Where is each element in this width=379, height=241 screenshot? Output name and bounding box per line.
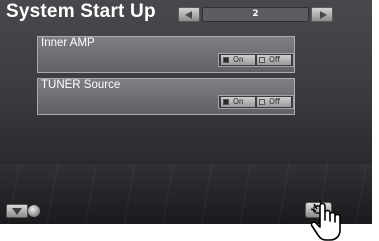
inner-amp-toggle: On Off bbox=[218, 53, 294, 67]
system-start-up-screen: System Start Up 2 Inner AMP On Off TUNER… bbox=[0, 0, 372, 224]
unselected-indicator-icon bbox=[259, 99, 265, 105]
setting-tuner-source: TUNER Source On Off bbox=[37, 78, 295, 115]
right-arrow-icon bbox=[320, 11, 327, 19]
prev-page-button[interactable] bbox=[178, 7, 200, 22]
off-label: Off bbox=[269, 97, 281, 106]
inner-amp-on-button[interactable]: On bbox=[221, 55, 255, 65]
bottom-left-controls bbox=[6, 204, 44, 218]
page-navigator: 2 bbox=[178, 7, 336, 24]
inner-amp-off-button[interactable]: Off bbox=[257, 55, 291, 65]
on-label: On bbox=[233, 55, 244, 64]
knob-icon bbox=[28, 205, 40, 217]
unselected-indicator-icon bbox=[259, 57, 265, 63]
selected-indicator-icon bbox=[223, 99, 229, 105]
down-arrow-icon bbox=[12, 208, 22, 215]
next-page-button[interactable] bbox=[311, 7, 333, 22]
setting-label: Inner AMP bbox=[41, 37, 95, 49]
page-number: 2 bbox=[202, 7, 309, 22]
tuner-source-on-button[interactable]: On bbox=[221, 97, 255, 107]
left-arrow-icon bbox=[185, 11, 192, 19]
page-title: System Start Up bbox=[6, 1, 156, 22]
tuner-source-off-button[interactable]: Off bbox=[257, 97, 291, 107]
scroll-down-button[interactable] bbox=[6, 204, 28, 218]
tuner-source-toggle: On Off bbox=[218, 95, 294, 109]
hand-pointer-icon bbox=[310, 200, 341, 241]
selected-indicator-icon bbox=[223, 57, 229, 63]
setting-label: TUNER Source bbox=[41, 79, 121, 91]
off-label: Off bbox=[269, 55, 281, 64]
setting-inner-amp: Inner AMP On Off bbox=[37, 36, 295, 73]
on-label: On bbox=[233, 97, 244, 106]
